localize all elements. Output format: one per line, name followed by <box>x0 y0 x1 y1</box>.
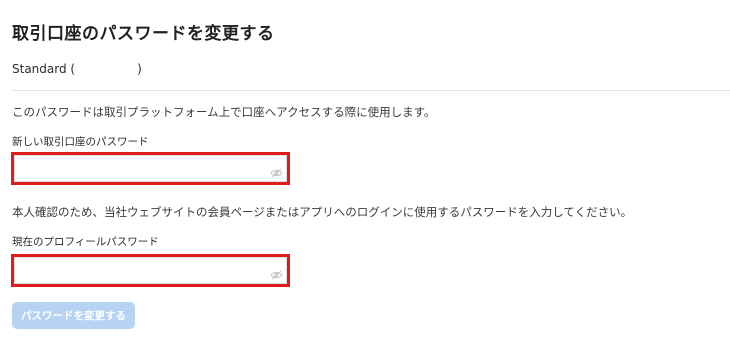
profile-password-description: 本人確認のため、当社ウェブサイトの会員ページまたはアプリへのログインに使用するパ… <box>12 205 633 219</box>
page-title: 取引口座のパスワードを変更する <box>12 24 275 44</box>
eye-slash-icon[interactable] <box>270 265 283 280</box>
trading-password-description: このパスワードは取引プラットフォーム上で口座へアクセスする際に使用します。 <box>12 105 436 119</box>
account-open-paren: ( <box>70 62 76 76</box>
new-trading-password-input[interactable] <box>14 155 287 182</box>
current-profile-password-input[interactable] <box>14 257 287 284</box>
section-divider <box>12 90 730 91</box>
current-profile-password-highlight <box>11 254 290 287</box>
current-profile-password-label: 現在のプロフィールパスワード <box>12 236 159 248</box>
change-password-button[interactable]: パスワードを変更する <box>12 302 135 329</box>
change-password-page: 取引口座のパスワードを変更する Standard () このパスワードは取引プラ… <box>0 0 730 352</box>
new-trading-password-label: 新しい取引口座のパスワード <box>12 136 149 148</box>
new-trading-password-highlight <box>11 152 290 185</box>
account-close-paren: ) <box>137 62 142 76</box>
eye-slash-icon[interactable] <box>270 163 283 178</box>
account-type: Standard <box>12 62 67 76</box>
account-identifier: Standard () <box>12 62 142 76</box>
